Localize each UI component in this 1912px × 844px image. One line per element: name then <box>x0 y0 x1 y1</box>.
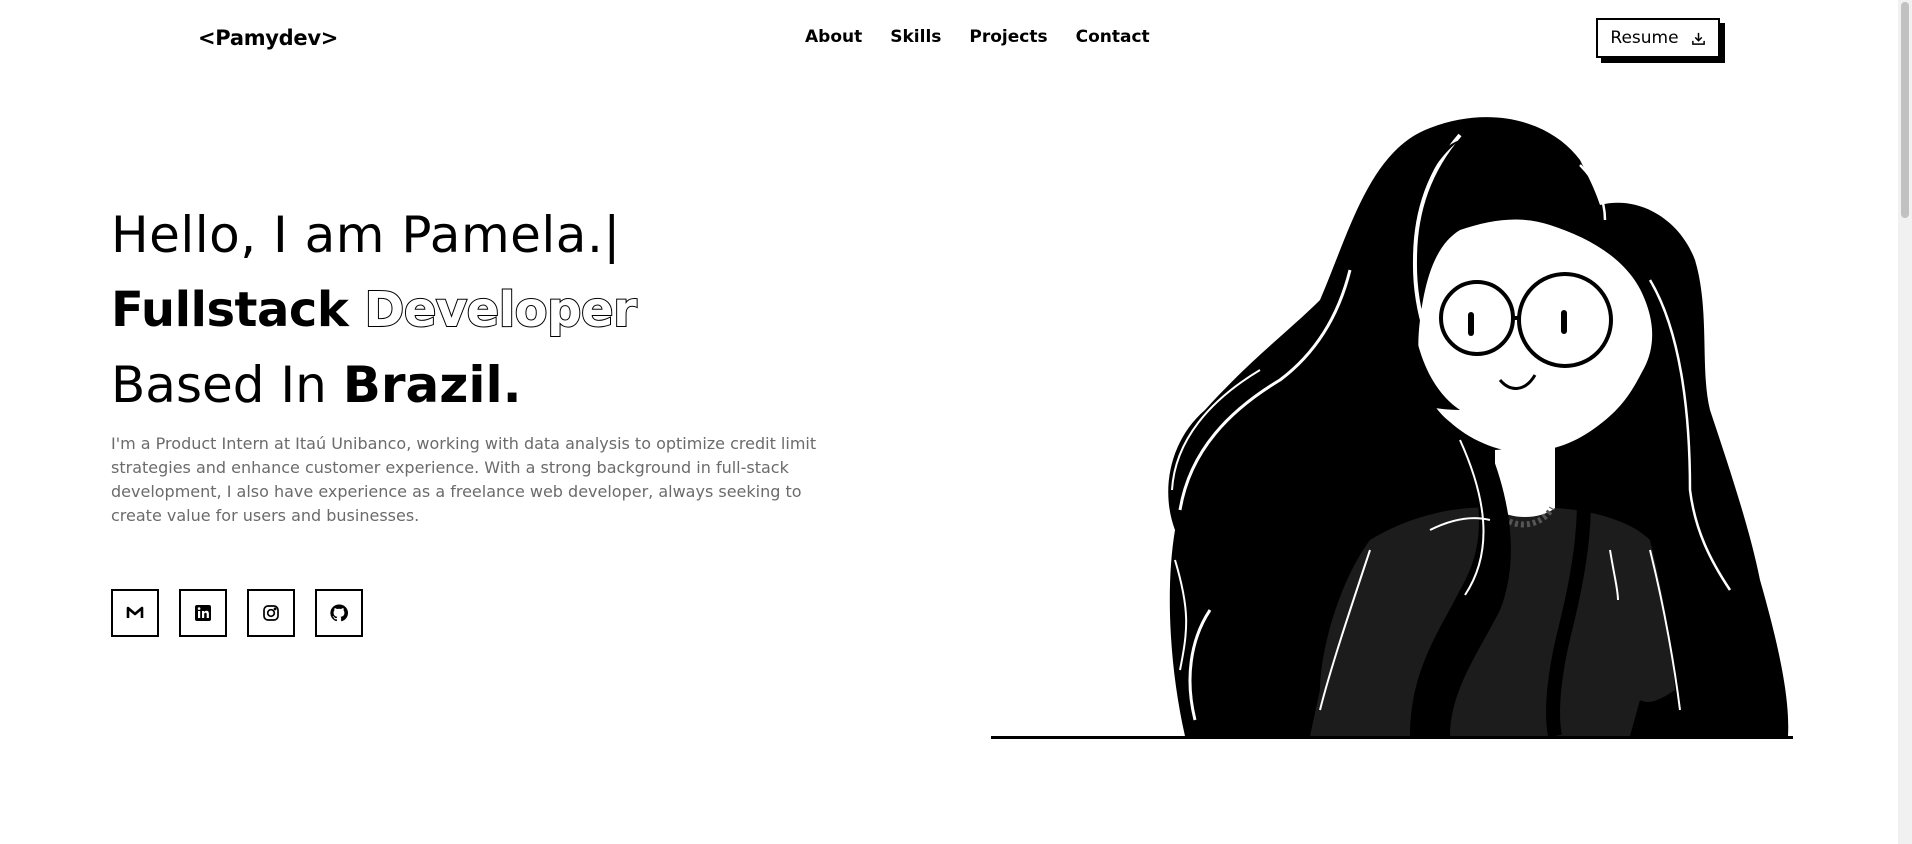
nav-skills[interactable]: Skills <box>890 27 941 47</box>
site-logo[interactable]: <Pamydev> <box>198 26 338 50</box>
linkedin-icon <box>195 605 211 621</box>
nav-projects[interactable]: Projects <box>969 27 1047 47</box>
hero-description: I'm a Product Intern at Itaú Unibanco, w… <box>111 434 817 525</box>
scrollbar-thumb[interactable] <box>1901 2 1909 218</box>
github-icon <box>330 604 349 622</box>
resume-button-wrap: Resume <box>1596 18 1725 63</box>
social-links <box>111 589 363 637</box>
gmail-icon <box>126 606 144 618</box>
hero-location-country: Brazil. <box>342 356 522 414</box>
hero-location: Based In Brazil. <box>111 360 871 410</box>
resume-button-label: Resume <box>1610 28 1679 48</box>
hero-greeting: Hello, I am Pamela.| <box>111 206 621 264</box>
instagram-link[interactable] <box>247 589 295 637</box>
avatar-illustration <box>1168 117 1789 738</box>
hero-role-word1: Fullstack <box>111 282 349 338</box>
page-scrollbar[interactable] <box>1898 0 1912 844</box>
hero-role-word2: Developer <box>363 282 637 338</box>
github-link[interactable] <box>315 589 363 637</box>
illustration-floor-line <box>991 736 1793 739</box>
nav-contact[interactable]: Contact <box>1076 27 1150 47</box>
hero-section: Hello, I am Pamela.| Fullstack Developer… <box>111 210 871 528</box>
main-nav: About Skills Projects Contact <box>805 27 1150 47</box>
linkedin-link[interactable] <box>179 589 227 637</box>
nav-about[interactable]: About <box>805 27 862 47</box>
hero-role: Fullstack Developer <box>111 285 871 335</box>
download-icon <box>1691 32 1705 45</box>
gmail-link[interactable] <box>111 589 159 637</box>
hero-location-prefix: Based In <box>111 356 327 414</box>
instagram-icon <box>263 605 279 621</box>
resume-button[interactable]: Resume <box>1596 18 1720 58</box>
